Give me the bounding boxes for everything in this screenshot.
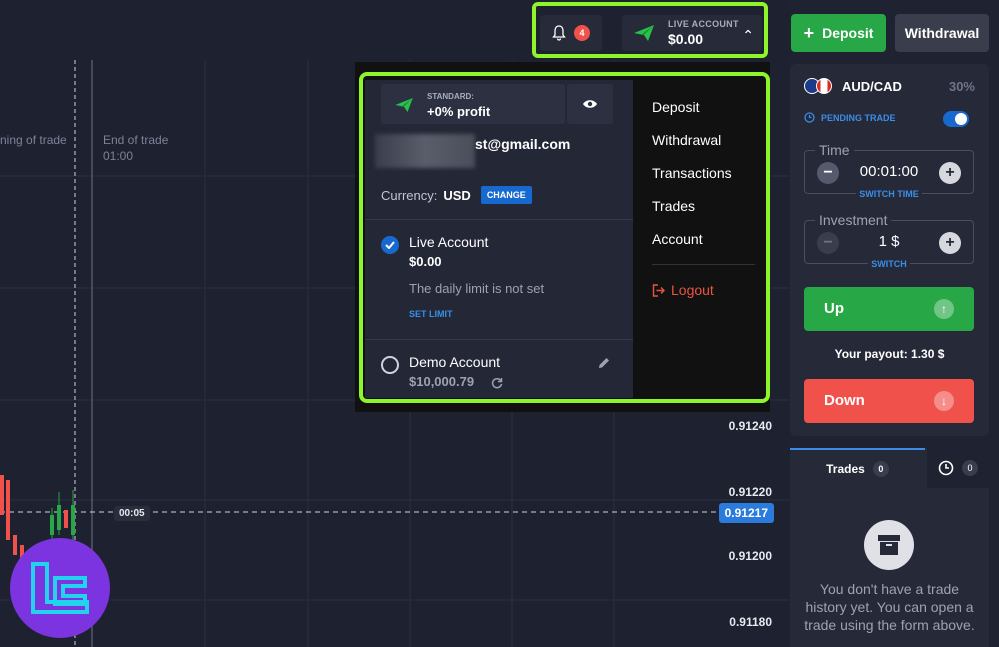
- demo-account-name: Demo Account: [409, 354, 501, 370]
- radio-unchecked-icon: [381, 356, 399, 374]
- arrow-down-icon: ↓: [934, 391, 954, 411]
- pencil-icon[interactable]: [597, 356, 611, 370]
- demo-account-balance: $10,000.79: [409, 374, 475, 389]
- tab-trades[interactable]: Trades 0: [790, 448, 925, 488]
- price-tick: 0.91240: [728, 419, 772, 433]
- empty-trades-message: You don't have a trade history yet. You …: [804, 581, 975, 633]
- beginning-of-trade-label: ning of trade: [0, 133, 67, 147]
- payout-label: Your payout:: [834, 347, 908, 361]
- plus-icon: +: [803, 23, 815, 43]
- down-label: Down: [824, 392, 865, 409]
- currency-value: USD: [443, 187, 471, 203]
- price-tick: 0.91220: [728, 485, 772, 499]
- price-tick: 0.91200: [728, 549, 772, 563]
- time-field[interactable]: Time − 00:01:00 + SWITCH TIME: [804, 142, 974, 199]
- investment-label: Investment: [815, 212, 892, 228]
- up-button[interactable]: Up ↑: [804, 287, 974, 331]
- menu-item-deposit[interactable]: Deposit: [652, 99, 699, 115]
- flags-icon: [804, 78, 834, 94]
- investment-field[interactable]: Investment − 1 $ + SWITCH: [804, 212, 974, 269]
- asset-pair: AUD/CAD: [842, 78, 902, 94]
- live-account-name: Live Account: [409, 234, 489, 250]
- checkmark-icon: [381, 236, 399, 254]
- logout-icon: [652, 283, 665, 297]
- up-label: Up: [824, 300, 844, 317]
- set-limit-link[interactable]: SET LIMIT: [409, 309, 453, 319]
- account-dropdown-left: STANDARD: +0% profit st@gmail.com Curren…: [365, 80, 633, 398]
- email-text: st@gmail.com: [475, 136, 571, 152]
- toggle-balance-visibility-button[interactable]: [567, 84, 613, 124]
- clock-icon: [804, 112, 815, 123]
- menu-item-withdrawal[interactable]: Withdrawal: [652, 132, 721, 148]
- trades-count: 0: [872, 461, 889, 477]
- logout-label: Logout: [671, 282, 714, 298]
- menu-item-account[interactable]: Account: [652, 231, 703, 247]
- payout-percent: 30%: [948, 79, 975, 94]
- payout-value: 1.30 $: [911, 347, 945, 361]
- email-redaction: [375, 134, 475, 168]
- investment-increase-button[interactable]: +: [939, 232, 961, 254]
- divider: [652, 264, 755, 265]
- paper-plane-icon: [395, 98, 413, 112]
- end-of-trade-time: 01:00: [103, 149, 134, 163]
- empty-box-icon: [864, 520, 914, 570]
- tab-trades-label: Trades: [826, 462, 865, 476]
- divider: [365, 339, 633, 340]
- current-price-badge: 0.91217: [718, 503, 774, 523]
- time-increase-button[interactable]: +: [939, 162, 961, 184]
- end-of-trade-label: End of trade: [103, 133, 169, 147]
- user-email: st@gmail.com: [375, 134, 615, 168]
- price-tick: 0.91180: [729, 615, 772, 629]
- eye-icon: [583, 100, 597, 108]
- deposit-label: Deposit: [822, 25, 874, 41]
- payout-row: Your payout: 1.30 $: [790, 347, 989, 361]
- change-currency-button[interactable]: CHANGE: [480, 186, 532, 204]
- pending-trade-text: PENDING TRADE: [821, 112, 896, 123]
- tab-history[interactable]: 0: [927, 448, 989, 488]
- refresh-icon[interactable]: [491, 377, 503, 389]
- down-button[interactable]: Down ↓: [804, 379, 974, 423]
- pending-trade-toggle[interactable]: [943, 111, 969, 127]
- account-menu: Deposit Withdrawal Transactions Trades A…: [633, 80, 763, 398]
- logout-button[interactable]: Logout: [652, 282, 714, 298]
- menu-item-trades[interactable]: Trades: [652, 198, 695, 214]
- trade-panel: AUD/CAD 30% PENDING TRADE Time − 00:01:0…: [790, 64, 989, 436]
- account-plan: STANDARD: +0% profit: [381, 84, 565, 124]
- pending-trade-label: PENDING TRADE: [804, 112, 896, 123]
- deposit-button[interactable]: + Deposit: [791, 14, 886, 52]
- trades-panel: Trades 0 0 You don't have a trade histor…: [790, 448, 989, 647]
- divider: [365, 219, 633, 220]
- menu-item-transactions[interactable]: Transactions: [652, 165, 732, 181]
- switch-investment-link[interactable]: SWITCH: [805, 259, 973, 269]
- plan-value: +0% profit: [427, 104, 491, 119]
- daily-limit-text: The daily limit is not set: [409, 281, 545, 296]
- live-account-balance: $0.00: [409, 254, 442, 269]
- trade-timer: 00:05: [114, 506, 150, 521]
- currency-label: Currency:: [381, 187, 438, 203]
- brand-logo: [10, 538, 110, 638]
- time-label: Time: [815, 142, 854, 158]
- asset-selector[interactable]: AUD/CAD: [804, 78, 902, 94]
- arrow-up-icon: ↑: [934, 299, 954, 319]
- clock-icon: [938, 460, 954, 476]
- highlight-frame-account: [532, 2, 768, 58]
- plan-label: STANDARD:: [427, 92, 474, 101]
- currency-row: Currency: USD CHANGE: [381, 186, 532, 204]
- history-count: 0: [962, 460, 978, 476]
- withdrawal-button[interactable]: Withdrawal: [895, 14, 989, 52]
- switch-time-link[interactable]: SWITCH TIME: [805, 189, 973, 199]
